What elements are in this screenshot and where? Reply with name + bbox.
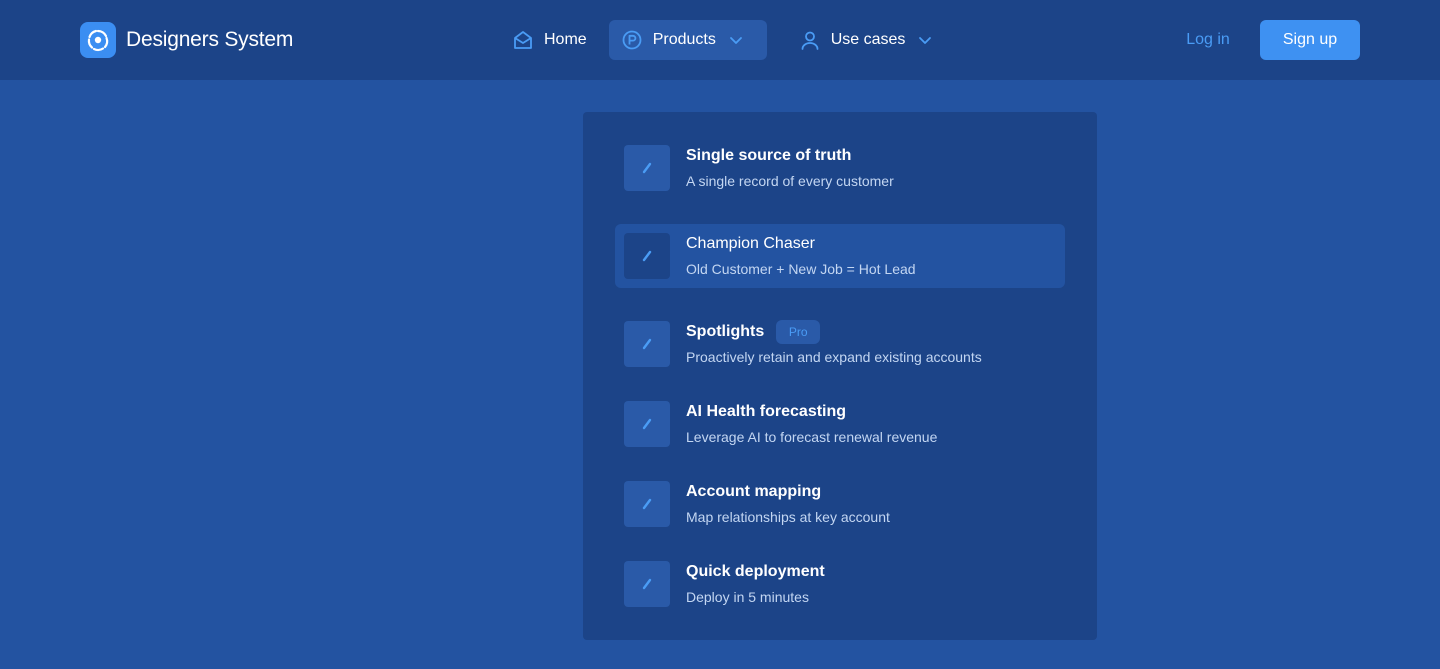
p-circle-icon bbox=[621, 29, 643, 51]
main-nav: Home Products Use cases bbox=[500, 20, 945, 60]
menu-item-description: Leverage AI to forecast renewal revenue bbox=[686, 429, 938, 445]
pen-icon bbox=[624, 321, 670, 367]
products-dropdown-menu: Single source of truth A single record o… bbox=[583, 112, 1097, 640]
signup-button[interactable]: Sign up bbox=[1260, 20, 1360, 60]
user-icon bbox=[799, 29, 821, 51]
nav-item-label: Products bbox=[652, 31, 716, 48]
pen-icon bbox=[624, 401, 670, 447]
menu-item-description: Old Customer + New Job = Hot Lead bbox=[686, 261, 916, 277]
menu-item-description: Proactively retain and expand existing a… bbox=[686, 349, 982, 365]
menu-item-title: Account mapping bbox=[686, 483, 822, 500]
menu-item-description: Deploy in 5 minutes bbox=[686, 589, 809, 605]
menu-item-title: AI Health forecasting bbox=[686, 403, 847, 420]
chevron-down-icon bbox=[728, 32, 744, 48]
menu-item-spotlights[interactable]: Spotlights Pro Proactively retain and ex… bbox=[615, 312, 1065, 376]
brand-name: Designers System bbox=[126, 28, 294, 51]
brand[interactable]: Designers System bbox=[80, 22, 293, 58]
pen-icon bbox=[624, 233, 670, 279]
menu-item-title: Champion Chaser bbox=[686, 235, 815, 252]
menu-item-quick-deployment[interactable]: Quick deployment Deploy in 5 minutes bbox=[615, 552, 1065, 616]
pen-icon bbox=[624, 145, 670, 191]
menu-item-account-mapping[interactable]: Account mapping Map relationships at key… bbox=[615, 472, 1065, 536]
pro-badge: Pro bbox=[776, 320, 821, 344]
menu-item-title: Spotlights bbox=[686, 323, 765, 340]
aperture-icon bbox=[80, 22, 116, 58]
menu-item-title: Single source of truth bbox=[686, 147, 852, 164]
pen-icon bbox=[624, 481, 670, 527]
menu-item-title: Quick deployment bbox=[686, 563, 825, 580]
top-navigation-bar: Designers System Home Products Use cases… bbox=[0, 0, 1440, 80]
home-icon bbox=[512, 29, 534, 51]
menu-item-single-source-of-truth[interactable]: Single source of truth A single record o… bbox=[615, 136, 1065, 200]
nav-item-products[interactable]: Products bbox=[608, 20, 767, 60]
menu-item-description: Map relationships at key account bbox=[686, 509, 890, 525]
nav-item-use-cases[interactable]: Use cases bbox=[787, 20, 946, 60]
chevron-down-icon bbox=[917, 32, 933, 48]
nav-item-label: Use cases bbox=[830, 31, 906, 48]
nav-item-home[interactable]: Home bbox=[500, 20, 599, 60]
menu-item-ai-health-forecasting[interactable]: AI Health forecasting Leverage AI to for… bbox=[615, 392, 1065, 456]
menu-item-champion-chaser[interactable]: Champion Chaser Old Customer + New Job =… bbox=[615, 224, 1065, 288]
pen-icon bbox=[624, 561, 670, 607]
menu-item-description: A single record of every customer bbox=[686, 173, 894, 189]
nav-item-label: Home bbox=[544, 31, 587, 48]
login-link[interactable]: Log in bbox=[1172, 20, 1244, 60]
